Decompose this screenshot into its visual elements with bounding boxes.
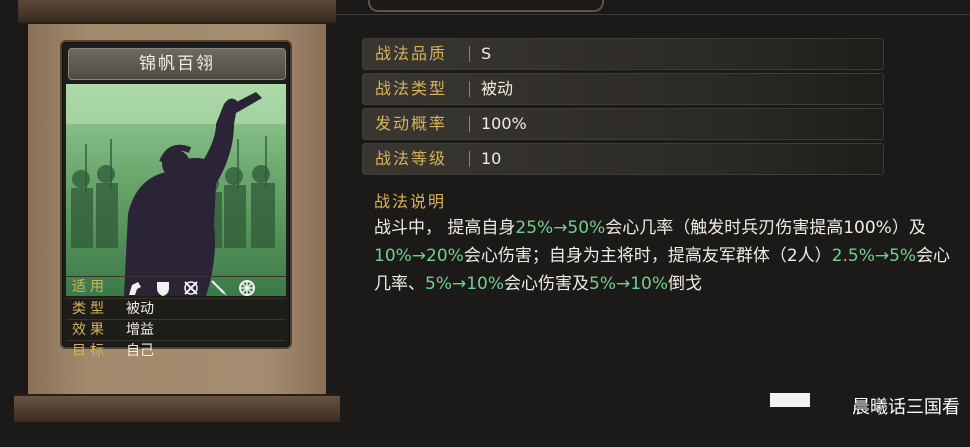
top-divider-line xyxy=(336,14,970,15)
chance-label: 发动概率 xyxy=(375,114,448,133)
quality-label: 战法品质 xyxy=(375,44,448,63)
scroll-rod-top xyxy=(18,0,336,24)
highlight-value: 2.5%→5% xyxy=(831,246,917,266)
watermark-text: 晨曦话三国看 xyxy=(852,397,960,418)
warrior-silhouette-art xyxy=(66,84,286,296)
top-ornament xyxy=(368,0,604,12)
description-segment: 会心几率（触发时兵刃伤害提高100%）及 xyxy=(605,218,926,238)
description-title: 战法说明 xyxy=(374,192,447,211)
watermark-box xyxy=(770,393,810,407)
separator xyxy=(469,116,470,132)
chance-value: 100% xyxy=(481,114,527,133)
description-segment: 战斗中， 提高自身 xyxy=(374,218,516,238)
description-segment: 倒戈 xyxy=(668,274,702,294)
attr-row-target: 目标 自己 xyxy=(66,340,286,362)
cavalry-icon xyxy=(126,279,144,297)
highlight-value: 5%→10% xyxy=(425,274,504,294)
highlight-value: 5%→10% xyxy=(589,274,668,294)
separator xyxy=(469,81,470,97)
shield-icon xyxy=(154,279,172,297)
separator xyxy=(469,151,470,167)
description-segment: 会心伤害及 xyxy=(504,274,589,294)
level-label: 战法等级 xyxy=(375,149,448,168)
attr-row-applicable: 适用 xyxy=(66,276,286,298)
attr-row-type: 类型 被动 xyxy=(66,298,286,320)
wheel-icon xyxy=(238,279,256,297)
category-label: 战法类型 xyxy=(375,79,448,98)
description-segment: 会心伤害；自身为主将时，提高友军群体（2人） xyxy=(463,246,832,266)
info-row-chance: 发动概率 100% xyxy=(362,108,884,140)
skill-description: 战法说明 战斗中， 提高自身25%→50%会心几率（触发时兵刃伤害提高100%）… xyxy=(362,184,962,334)
attr-label-type: 类型 xyxy=(72,301,108,317)
skill-attributes: 适用 类型 被动 效果 增益 目标 自己 xyxy=(66,276,286,359)
attr-value-type: 被动 xyxy=(126,301,154,317)
skill-name: 锦帆百翎 xyxy=(68,48,286,80)
level-value: 10 xyxy=(481,149,502,168)
category-value: 被动 xyxy=(481,79,514,98)
troop-type-icons xyxy=(126,279,256,297)
highlight-value: 10%→20% xyxy=(374,246,464,266)
skill-card: 锦帆百翎 适用 类型 被动 效果 增益 目标 自己 xyxy=(60,40,292,359)
skill-artwork xyxy=(66,84,286,296)
description-text: 战斗中， 提高自身25%→50%会心几率（触发时兵刃伤害提高100%）及 10%→… xyxy=(374,214,959,298)
attr-row-effect: 效果 增益 xyxy=(66,319,286,341)
attr-label-applicable: 适用 xyxy=(72,279,108,295)
separator xyxy=(469,46,470,62)
info-row-quality: 战法品质 S xyxy=(362,38,884,70)
attr-value-effect: 增益 xyxy=(126,322,154,338)
crossed-bows-icon xyxy=(182,279,200,297)
attr-value-target: 自己 xyxy=(126,343,154,359)
spear-icon xyxy=(210,279,228,297)
info-row-level: 战法等级 10 xyxy=(362,143,884,175)
highlight-value: 25%→50% xyxy=(515,218,606,238)
quality-value: S xyxy=(481,44,492,63)
attr-label-target: 目标 xyxy=(72,343,108,359)
info-row-category: 战法类型 被动 xyxy=(362,73,884,105)
scroll-rod-bottom xyxy=(14,394,340,422)
attr-label-effect: 效果 xyxy=(72,322,108,338)
